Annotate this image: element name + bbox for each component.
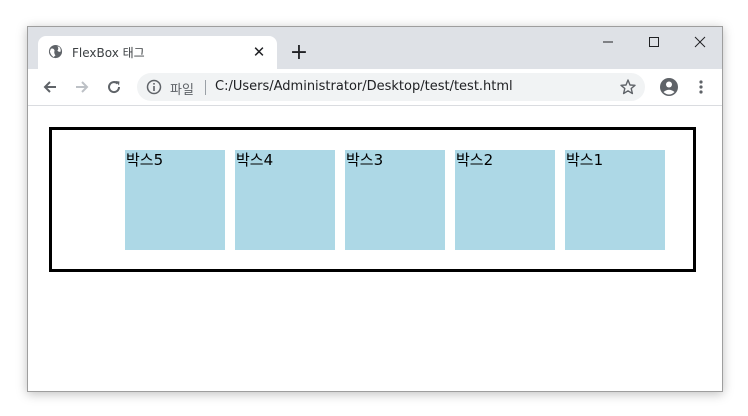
new-tab-button[interactable]: +	[287, 40, 311, 65]
menu-button[interactable]	[688, 74, 714, 100]
arrow-right-icon	[76, 81, 89, 93]
browser-toolbar: 파일 C:/Users/Administrator/Desktop/test/t…	[28, 69, 722, 106]
minimize-button[interactable]	[585, 27, 631, 57]
profile-button[interactable]	[656, 74, 682, 100]
title-bar: FlexBox 태그 ✕ +	[28, 27, 722, 69]
kebab-menu-icon	[699, 80, 703, 94]
site-label: 파일	[170, 83, 194, 98]
box-3: 박스3	[345, 150, 445, 250]
close-window-button[interactable]	[677, 27, 722, 57]
star-icon[interactable]	[619, 78, 637, 96]
minimize-icon	[603, 41, 613, 43]
forward-button[interactable]	[69, 74, 95, 100]
page-content: 박스1 박스2 박스3 박스4 박스5	[28, 106, 722, 391]
back-button[interactable]	[37, 74, 63, 100]
maximize-button[interactable]	[631, 27, 677, 57]
globe-icon	[48, 44, 63, 59]
account-circle-icon	[660, 78, 678, 96]
box-4: 박스4	[235, 150, 335, 250]
flex-container: 박스1 박스2 박스3 박스4 박스5	[49, 127, 696, 272]
address-separator	[205, 80, 206, 95]
address-bar[interactable]: 파일 C:/Users/Administrator/Desktop/test/t…	[137, 73, 645, 101]
box-2: 박스2	[455, 150, 555, 250]
browser-tab[interactable]: FlexBox 태그 ✕	[38, 36, 277, 69]
tab-close-icon[interactable]: ✕	[249, 42, 269, 62]
reload-button[interactable]	[101, 74, 127, 100]
tab-title: FlexBox 태그	[72, 46, 145, 60]
maximize-icon	[649, 37, 659, 47]
browser-window: FlexBox 태그 ✕ + 파일 C:/Users/Administrator…	[27, 26, 723, 392]
arrow-left-icon	[43, 81, 56, 93]
close-icon	[694, 36, 706, 48]
info-icon[interactable]	[146, 79, 162, 95]
reload-icon	[108, 81, 121, 94]
box-1: 박스1	[565, 150, 665, 250]
url-text[interactable]: C:/Users/Administrator/Desktop/test/test…	[215, 79, 513, 94]
box-5: 박스5	[125, 150, 225, 250]
